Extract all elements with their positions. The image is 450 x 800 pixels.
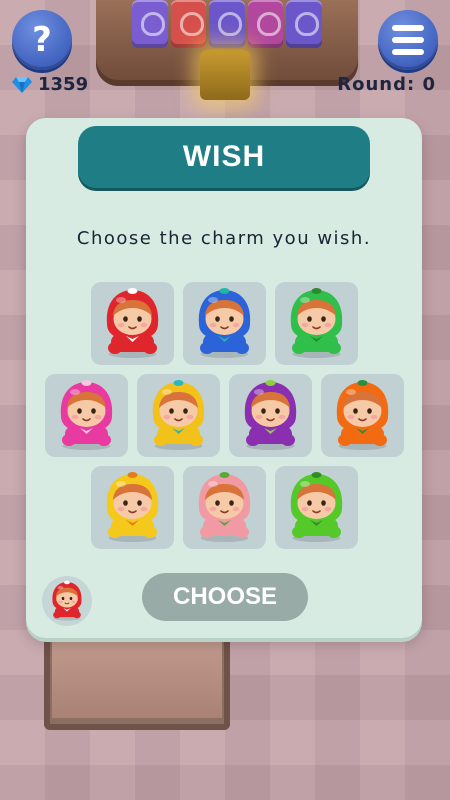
dialog-prompt: Choose the charm you wish. xyxy=(76,228,372,249)
round-label: Round: 0 xyxy=(337,74,436,95)
charm-icon xyxy=(52,580,82,621)
charm-icon xyxy=(336,380,388,450)
charm-option[interactable] xyxy=(228,374,312,457)
charm-option[interactable] xyxy=(320,374,404,457)
charm-option[interactable] xyxy=(44,374,128,457)
charm-icon xyxy=(60,380,112,450)
charm-icon xyxy=(106,288,158,358)
charm-icon xyxy=(198,472,250,542)
charm-option[interactable] xyxy=(274,282,358,365)
charm-icon xyxy=(244,380,296,450)
wish-dialog: WISH Choose the charm you wish. CHOOSE xyxy=(26,118,422,638)
charm-icon xyxy=(152,380,204,450)
charm-option[interactable] xyxy=(182,282,266,365)
help-icon: ? xyxy=(32,20,52,60)
dispenser-chute xyxy=(200,50,250,100)
choose-button[interactable]: CHOOSE xyxy=(142,573,308,621)
help-button[interactable]: ? xyxy=(12,10,72,70)
charm-icon xyxy=(290,288,342,358)
menu-button[interactable] xyxy=(378,10,438,70)
charm-icon xyxy=(106,472,158,542)
charm-icon xyxy=(290,472,342,542)
machine-tile xyxy=(286,0,322,48)
charm-option[interactable] xyxy=(90,282,174,365)
charm-option[interactable] xyxy=(90,466,174,549)
charm-option[interactable] xyxy=(274,466,358,549)
gem-counter: 1359 xyxy=(12,74,88,95)
machine-tile xyxy=(209,0,245,48)
charm-icon xyxy=(198,288,250,358)
machine-tile xyxy=(132,0,168,48)
machine-tile xyxy=(247,0,284,48)
gem-count: 1359 xyxy=(38,74,89,95)
diamond-icon xyxy=(12,76,32,93)
selected-charm-preview xyxy=(42,576,92,626)
charm-option[interactable] xyxy=(182,466,266,549)
hamburger-icon xyxy=(392,25,424,55)
dialog-title: WISH xyxy=(78,126,370,188)
machine-tile xyxy=(170,0,207,48)
charm-option[interactable] xyxy=(136,374,220,457)
